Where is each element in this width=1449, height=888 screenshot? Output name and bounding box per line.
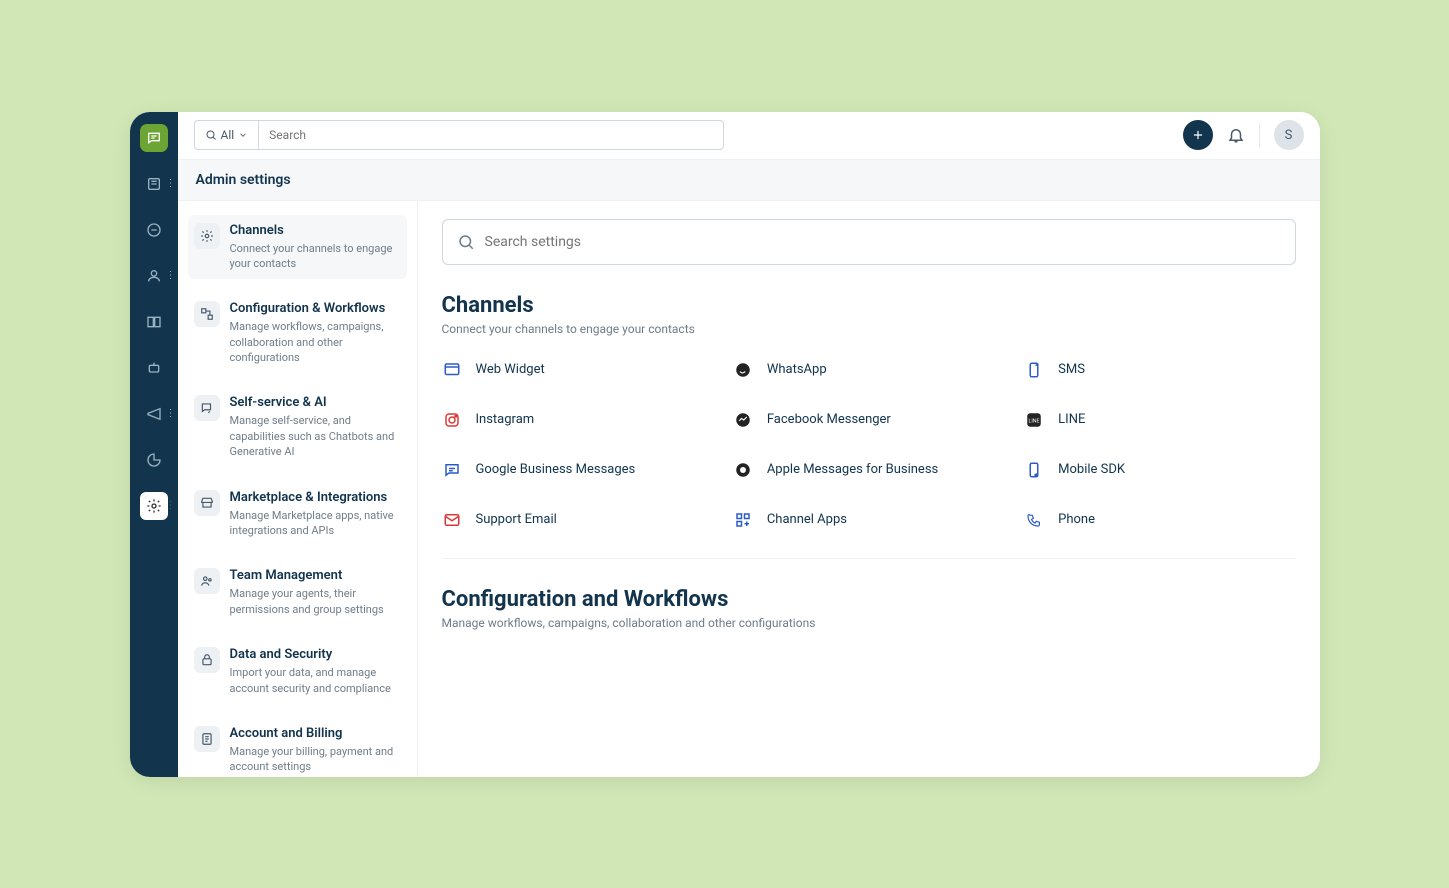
topbar-right: S <box>1183 120 1304 150</box>
topbar: All S <box>178 112 1320 160</box>
channel-google-business[interactable]: Google Business Messages <box>442 460 713 480</box>
nav-bot-icon[interactable] <box>140 354 168 382</box>
nav-chat-icon[interactable] <box>140 216 168 244</box>
search-icon <box>457 233 475 251</box>
team-icon <box>194 568 220 594</box>
nav-campaigns-icon[interactable]: ⋮ <box>140 400 168 428</box>
nav-settings-icon[interactable]: ⋮ <box>140 492 168 520</box>
sms-icon <box>1024 360 1044 380</box>
gear-icon <box>194 223 220 249</box>
section-channels-desc: Connect your channels to engage your con… <box>442 322 1296 336</box>
phone-icon <box>1024 510 1044 530</box>
apple-messages-icon <box>733 460 753 480</box>
main-column: All S Admin settings <box>178 112 1320 777</box>
add-button[interactable] <box>1183 120 1213 150</box>
web-widget-icon <box>442 360 462 380</box>
search-icon <box>205 129 217 141</box>
apps-icon <box>733 510 753 530</box>
channel-sms[interactable]: SMS <box>1024 360 1295 380</box>
app-logo[interactable] <box>140 124 168 152</box>
user-avatar[interactable]: S <box>1274 120 1304 150</box>
global-search: All <box>194 120 724 150</box>
section-channels-title: Channels <box>442 293 1296 318</box>
bell-icon <box>1227 126 1245 144</box>
line-icon: LINE <box>1024 410 1044 430</box>
channel-instagram[interactable]: Instagram <box>442 410 713 430</box>
chevron-down-icon <box>238 130 248 140</box>
channel-mobile-sdk[interactable]: Mobile SDK <box>1024 460 1295 480</box>
sidebar-item-billing[interactable]: Account and BillingManage your billing, … <box>188 718 407 777</box>
channel-support-email[interactable]: Support Email <box>442 510 713 530</box>
sidebar-item-marketplace[interactable]: Marketplace & IntegrationsManage Marketp… <box>188 482 407 547</box>
section-config-title: Configuration and Workflows <box>442 587 1296 612</box>
nav-knowledge-icon[interactable] <box>140 308 168 336</box>
whatsapp-icon <box>733 360 753 380</box>
instagram-icon <box>442 410 462 430</box>
messenger-icon <box>733 410 753 430</box>
sidebar-item-data-security[interactable]: Data and SecurityImport your data, and m… <box>188 639 407 704</box>
notifications-button[interactable] <box>1227 126 1245 144</box>
workflow-icon <box>194 301 220 327</box>
nav-reports-icon[interactable] <box>140 446 168 474</box>
channel-line[interactable]: LINELINE <box>1024 410 1295 430</box>
app-frame: ⋮ ⋮ ⋮ ⋮ <box>130 112 1320 777</box>
sidebar-item-channels[interactable]: ChannelsConnect your channels to engage … <box>188 215 407 280</box>
channel-web-widget[interactable]: Web Widget <box>442 360 713 380</box>
sidebar-item-configuration[interactable]: Configuration & WorkflowsManage workflow… <box>188 293 407 373</box>
shield-icon <box>194 647 220 673</box>
channel-phone[interactable]: Phone <box>1024 510 1295 530</box>
body: Channels Connect your channels to engage … <box>178 201 1320 777</box>
channel-apple-messages[interactable]: Apple Messages for Business <box>733 460 1004 480</box>
nav-contacts-icon[interactable]: ⋮ <box>140 262 168 290</box>
settings-search <box>442 219 1296 265</box>
channels-grid: Web Widget WhatsApp SMS Instagram Facebo… <box>442 360 1296 559</box>
sidebar-item-self-service[interactable]: Self-service & AIManage self-service, an… <box>188 387 407 467</box>
search-scope-dropdown[interactable]: All <box>195 121 260 149</box>
plus-icon <box>1191 128 1205 142</box>
sidebar-item-team[interactable]: Team ManagementManage your agents, their… <box>188 560 407 625</box>
nav-dashboard-icon[interactable]: ⋮ <box>140 170 168 198</box>
global-search-input[interactable] <box>259 128 722 142</box>
content-area: Channels Connect your channels to engage… <box>418 201 1320 777</box>
billing-icon <box>194 726 220 752</box>
search-scope-label: All <box>221 128 235 142</box>
topbar-divider <box>1259 123 1260 147</box>
nav-rail: ⋮ ⋮ ⋮ ⋮ <box>130 112 178 777</box>
page-title: Admin settings <box>178 160 1320 201</box>
mobile-sdk-icon <box>1024 460 1044 480</box>
channel-whatsapp[interactable]: WhatsApp <box>733 360 1004 380</box>
marketplace-icon <box>194 490 220 516</box>
svg-text:LINE: LINE <box>1029 418 1040 424</box>
settings-search-input[interactable] <box>485 234 1281 250</box>
settings-sidebar: ChannelsConnect your channels to engage … <box>178 201 418 777</box>
google-messages-icon <box>442 460 462 480</box>
email-icon <box>442 510 462 530</box>
channel-facebook-messenger[interactable]: Facebook Messenger <box>733 410 1004 430</box>
channel-apps[interactable]: Channel Apps <box>733 510 1004 530</box>
section-config-desc: Manage workflows, campaigns, collaborati… <box>442 616 1296 630</box>
ai-icon <box>194 395 220 421</box>
